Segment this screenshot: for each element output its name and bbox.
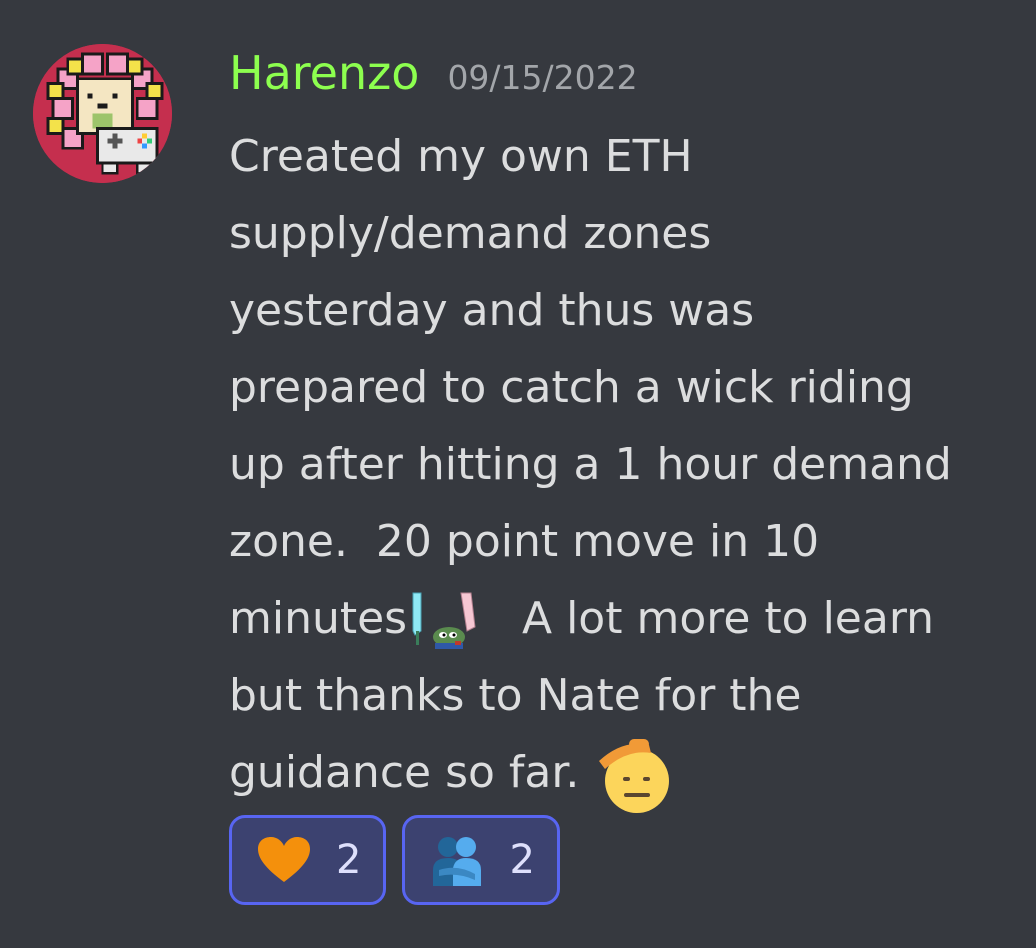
reaction-people-hugging[interactable]: 2 [402,815,560,905]
message-line: Created my own ETH [229,118,1019,195]
reactions-bar: 2 2 [229,815,560,905]
reaction-count: 2 [509,837,535,883]
saluting-face-emoji-svg [599,739,670,813]
message-text: minutes [229,593,408,644]
orange-heart-emoji-icon [256,832,312,888]
message-content: Created my own ETH supply/demand zones y… [229,118,1019,813]
message-line: yesterday and thus was [229,272,1019,349]
people-hugging-emoji-icon [429,832,485,888]
message-text: yesterday and thus was [229,285,755,336]
saluting-face-emoji-icon[interactable] [593,735,673,815]
username[interactable]: Harenzo [229,46,419,100]
message-line: guidance so far. [229,734,1019,813]
reaction-count: 2 [336,837,362,883]
pixel-flower-gamepad-avatar-icon [33,44,172,183]
message-text: Created my own ETH [229,131,693,182]
message-text: prepared to catch a wick riding [229,362,914,413]
message-line: but thanks to Nate for the [229,657,1019,734]
message-line: prepared to catch a wick riding [229,349,1019,426]
message-line: up after hitting a 1 hour demand [229,426,1019,503]
message-text: but thanks to Nate for the [229,670,802,721]
pepe-sword-emoji-icon[interactable] [407,591,493,651]
timestamp: 09/15/2022 [447,58,638,97]
message-text: A lot more to learn [508,593,935,644]
message-line: zone. 20 point move in 10 [229,503,1019,580]
message-header: Harenzo 09/15/2022 [229,46,638,108]
message-text: supply/demand zones [229,208,712,259]
message-text: up after hitting a 1 hour demand [229,439,952,490]
pepe-sword-emoji-svg [412,592,476,649]
user-avatar[interactable] [33,44,172,183]
message-text: zone. 20 point move in 10 [229,516,820,567]
reaction-orange-heart[interactable]: 2 [229,815,387,905]
chat-message: Harenzo 09/15/2022 Created my own ETH su… [0,0,1036,948]
message-text: guidance so far. [229,747,594,798]
message-line: supply/demand zones [229,195,1019,272]
